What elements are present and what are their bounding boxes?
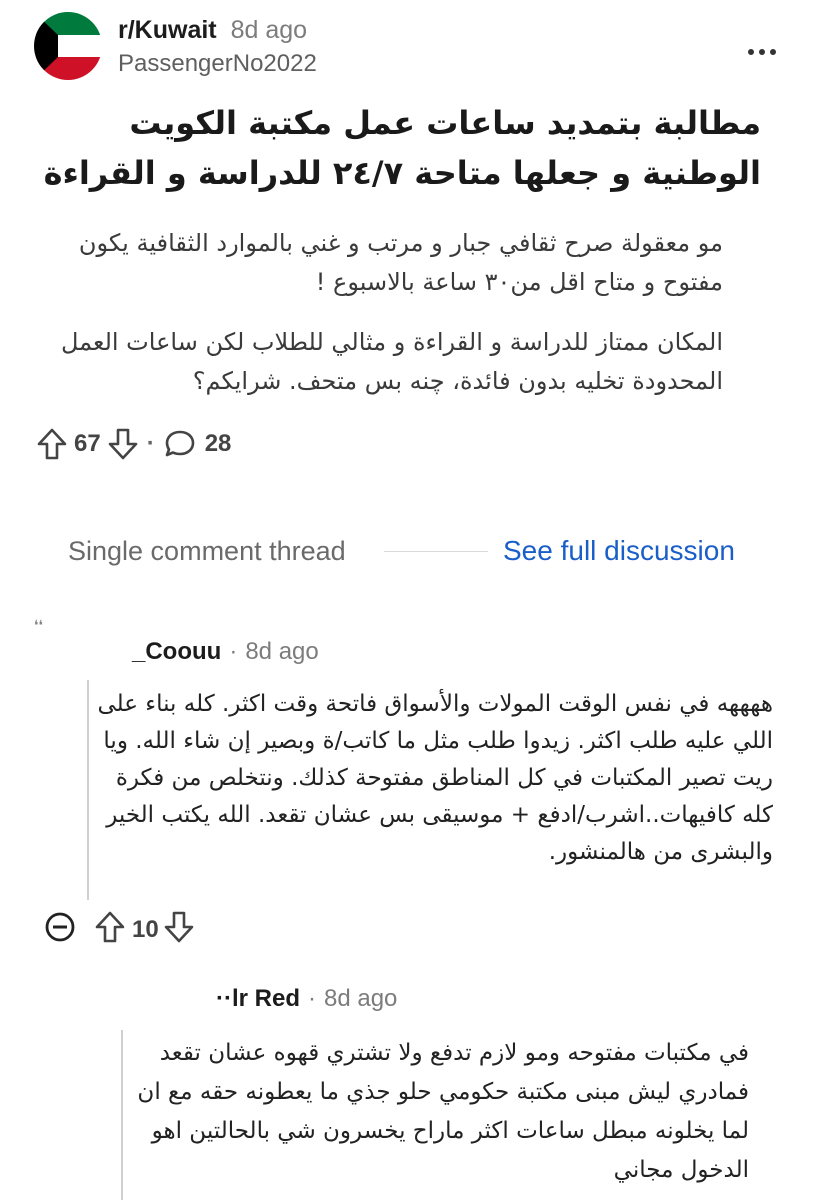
- comment-2-author[interactable]: ··lr Red: [216, 985, 300, 1012]
- separator-dot: ·: [146, 430, 155, 457]
- comment-bubble-icon[interactable]: [163, 428, 197, 460]
- post-age: 8d ago: [230, 16, 308, 44]
- post-action-row: 67 · 28: [36, 424, 231, 464]
- downvote-arrow-icon[interactable]: [107, 427, 139, 461]
- comment-1-score: 10: [132, 916, 159, 943]
- upvote-count: 67: [74, 430, 101, 457]
- comment-1-upvote-arrow-icon[interactable]: [94, 910, 126, 951]
- comment-2-text: في مكتبات مفتوحه ومو لازم تدفع ولا تشتري…: [137, 1040, 749, 1183]
- post-body-paragraph-2: المكان ممتاز للدراسة و القراءة و مثالي ل…: [60, 328, 723, 395]
- comment-count: 28: [204, 430, 232, 457]
- comment-1-header: _Coouu · 8d ago: [132, 638, 319, 666]
- more-options-icon[interactable]: [748, 40, 784, 56]
- thread-divider: [384, 551, 488, 552]
- subreddit-avatar-kuwait-flag-icon[interactable]: [34, 12, 102, 80]
- comment-1-text: ههههه في نفس الوقت المولات والأسواق فاتح…: [97, 691, 773, 865]
- comment-1-separator-dot: ·: [229, 638, 238, 665]
- thread-quote-icon: ❛❛: [34, 618, 44, 634]
- comment-1-action-row: 10: [44, 910, 195, 950]
- comment-2-separator-dot: ·: [308, 985, 316, 1012]
- post-body-paragraph-1: مو معقولة صرح ثقافي جبار و مرتب و غني با…: [78, 229, 723, 296]
- post-title: مطالبة بتمديد ساعات عمل مكتبة الكويت الو…: [43, 104, 761, 192]
- comment-2-header: ··lr Red · 8d ago: [216, 985, 397, 1013]
- subreddit-name[interactable]: r/Kuwait: [118, 16, 217, 44]
- collapse-minus-icon[interactable]: [44, 911, 76, 950]
- upvote-arrow-icon[interactable]: [36, 427, 68, 461]
- see-full-discussion-link[interactable]: See full discussion: [503, 535, 735, 567]
- single-comment-thread-label: Single comment thread: [68, 536, 346, 566]
- comment-1-age: 8d ago: [245, 638, 319, 665]
- subreddit-header: r/Kuwait 8d ago: [118, 16, 307, 45]
- comment-1-downvote-arrow-icon[interactable]: [163, 910, 195, 951]
- comment-2-age: 8d ago: [324, 985, 398, 1012]
- comment-1-author[interactable]: _Coouu: [132, 638, 221, 665]
- post-author[interactable]: PassengerNo2022: [118, 50, 317, 78]
